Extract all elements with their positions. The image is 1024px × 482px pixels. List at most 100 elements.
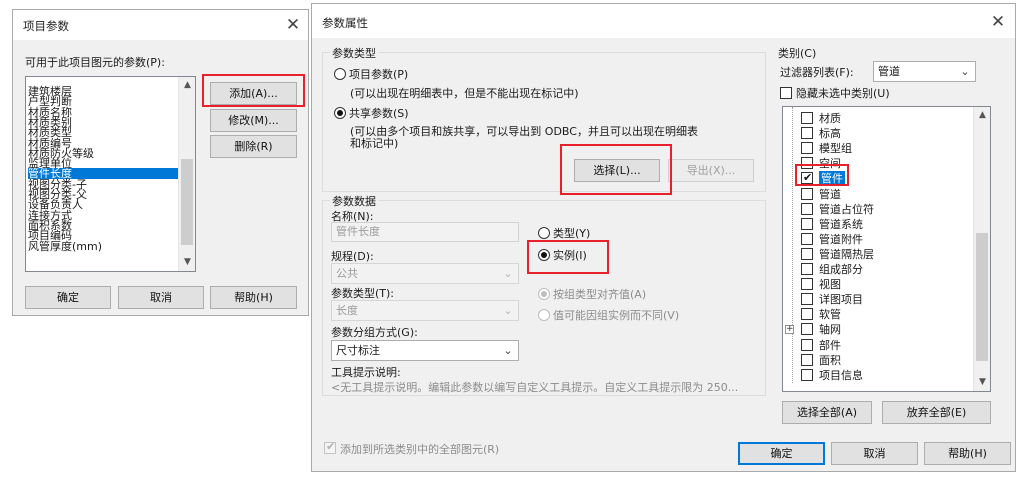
category-checkbox[interactable] <box>801 187 813 200</box>
add-parameter-button[interactable]: 添加(A)... <box>210 82 297 105</box>
category-checkbox[interactable] <box>801 338 813 351</box>
title-bar: 项目参数 ✕ <box>13 10 308 40</box>
category-checkbox[interactable] <box>801 368 813 381</box>
expand-icon[interactable]: + <box>785 325 794 335</box>
group-under-label: 参数分组方式(G): <box>331 326 418 339</box>
param-type-value: 长度 <box>336 304 358 317</box>
shared-parameter-radio[interactable] <box>334 107 346 119</box>
list-item[interactable]: 材质编号 <box>28 137 178 148</box>
list-item[interactable]: 连接方式 <box>28 209 178 220</box>
list-item[interactable]: 项目编码 <box>28 230 178 241</box>
cancel-button[interactable]: 取消 <box>118 286 204 309</box>
category-checkbox[interactable] <box>801 142 813 155</box>
scroll-up-icon[interactable]: ▲ <box>974 107 990 124</box>
project-parameter-label[interactable]: 项目参数(P) <box>349 66 408 82</box>
category-label: 轴网 <box>819 323 841 337</box>
category-label: 视图 <box>819 278 841 292</box>
help-button[interactable]: 帮助(H) <box>210 286 297 309</box>
help-button[interactable]: 帮助(H) <box>924 442 1011 465</box>
shared-parameter-label[interactable]: 共享参数(S) <box>349 105 409 121</box>
filter-list-value: 管道 <box>878 65 900 78</box>
list-item[interactable]: 视图分类-子 <box>28 178 178 189</box>
project-parameter-desc: (可以出现在明细表中，但是不能出现在标记中) <box>350 87 579 100</box>
scroll-down-icon[interactable]: ▼ <box>179 254 195 271</box>
select-all-button[interactable]: 选择全部(A) <box>782 401 872 424</box>
delete-parameter-button[interactable]: 删除(R) <box>210 135 297 158</box>
filter-list-select[interactable]: 管道 ⌄ <box>873 61 976 82</box>
list-item[interactable]: 材质类型 <box>28 127 178 138</box>
category-label: 管道系统 <box>819 217 863 231</box>
discipline-select: 公共 ⌄ <box>331 263 519 284</box>
category-checkbox[interactable] <box>801 323 813 336</box>
dialog-title: 参数属性 <box>322 16 368 30</box>
category-label: 软管 <box>819 308 841 322</box>
instance-radio[interactable] <box>538 249 550 261</box>
list-item[interactable]: 户型判断 <box>28 96 178 107</box>
category-checkbox[interactable] <box>801 263 813 275</box>
category-checkbox[interactable] <box>801 157 813 170</box>
category-label: 管道隔热层 <box>819 247 874 261</box>
parameters-list[interactable]: 建筑楼层 户型判断 材质名称 材质类别 材质类型 材质编号 材质防火等级 监理单位 管件长度 视图… <box>25 76 196 272</box>
shared-parameter-desc-1: (可以由多个项目和族共享，可以导出到 ODBC，并且可以出现在明细表 <box>350 125 698 138</box>
list-item[interactable]: 材质防火等级 <box>28 148 178 159</box>
params-scrollbar[interactable]: ▲ ▼ <box>178 77 195 271</box>
group-under-value: 尺寸标注 <box>336 344 380 357</box>
list-item[interactable]: 材质类别 <box>28 117 178 128</box>
instance-radio-label[interactable]: 实例(I) <box>553 247 587 263</box>
param-type-select: 长度 ⌄ <box>331 300 519 321</box>
category-checkbox[interactable] <box>801 353 813 366</box>
category-label: 组成部分 <box>819 263 863 276</box>
category-checkbox[interactable] <box>801 308 813 321</box>
ok-button[interactable]: 确定 <box>25 286 111 309</box>
scroll-down-icon[interactable]: ▼ <box>974 374 990 391</box>
hide-unchecked-checkbox[interactable] <box>780 87 792 99</box>
category-checkbox[interactable] <box>801 293 813 306</box>
scroll-thumb[interactable] <box>181 159 193 245</box>
modify-parameter-button[interactable]: 修改(M)... <box>210 109 297 132</box>
select-shared-parameter-button[interactable]: 选择(L)... <box>574 159 660 182</box>
parameter-data-group-title: 参数数据 <box>330 193 378 209</box>
category-label: 模型组 <box>819 142 852 156</box>
add-to-all-label: 添加到所选类别中的全部图元(R) <box>340 443 500 456</box>
tooltip-description[interactable]: <无工具提示说明。编辑此参数以编写自定义工具提示。自定义工具提示限为 250..… <box>331 379 759 395</box>
close-icon[interactable]: ✕ <box>986 10 1010 34</box>
project-parameters-dialog: 项目参数 ✕ 可用于此项目图元的参数(P): 建筑楼层 户型判断 材质名称 材质类别材… <box>12 9 309 316</box>
list-item[interactable]: 面积系数 <box>28 220 178 231</box>
scroll-up-icon[interactable]: ▲ <box>179 77 195 94</box>
category-checkbox[interactable] <box>801 112 813 124</box>
close-icon[interactable]: ✕ <box>281 13 305 37</box>
category-label: 类别(C) <box>778 47 817 60</box>
type-radio-label[interactable]: 类型(Y) <box>553 225 590 241</box>
scroll-thumb[interactable] <box>976 233 988 361</box>
check-none-button[interactable]: 放弃全部(E) <box>882 401 991 424</box>
list-item[interactable]: 风管厚度(mm) <box>28 240 178 251</box>
category-label: 管道附件 <box>819 232 863 246</box>
cancel-button[interactable]: 取消 <box>831 442 918 465</box>
tree-guide-line <box>792 107 793 383</box>
category-checkbox[interactable] <box>801 232 813 245</box>
tooltip-label: 工具提示说明: <box>331 366 401 379</box>
type-radio[interactable] <box>538 227 550 239</box>
list-item[interactable]: 材质名称 <box>28 106 178 117</box>
filter-list-label: 过滤器列表(F): <box>780 66 854 79</box>
parameter-properties-dialog: 参数属性 ✕ 参数类型 项目参数(P) (可以出现在明细表中，但是不能出现在标记… <box>311 3 1016 472</box>
group-under-select[interactable]: 尺寸标注 ⌄ <box>331 340 519 361</box>
list-item[interactable]: 设备负责人 <box>28 199 178 210</box>
category-label: 管道占位符 <box>819 202 874 216</box>
vary-by-group-radio <box>538 309 550 321</box>
project-parameter-radio[interactable] <box>334 68 346 80</box>
category-checkbox[interactable] <box>801 202 813 215</box>
category-label: 空间 <box>819 157 841 171</box>
category-checkbox[interactable] <box>801 217 813 230</box>
category-checkbox[interactable] <box>801 247 813 260</box>
ok-button[interactable]: 确定 <box>738 442 825 465</box>
shared-parameter-desc-2: 和标记中) <box>350 137 399 150</box>
discipline-label: 规程(D): <box>331 250 374 263</box>
category-checkbox[interactable] <box>801 170 813 185</box>
category-label: 详图项目 <box>819 293 863 307</box>
category-tree[interactable]: 材质标高模型组空间管件管道管道占位符管道系统管道附件管道隔热层组成部分视图详图项… <box>782 106 991 392</box>
category-checkbox[interactable] <box>801 127 813 140</box>
category-scrollbar[interactable]: ▲ ▼ <box>973 107 990 391</box>
hide-unchecked-label[interactable]: 隐藏未选中类别(U) <box>796 85 890 101</box>
category-checkbox[interactable] <box>801 278 813 291</box>
